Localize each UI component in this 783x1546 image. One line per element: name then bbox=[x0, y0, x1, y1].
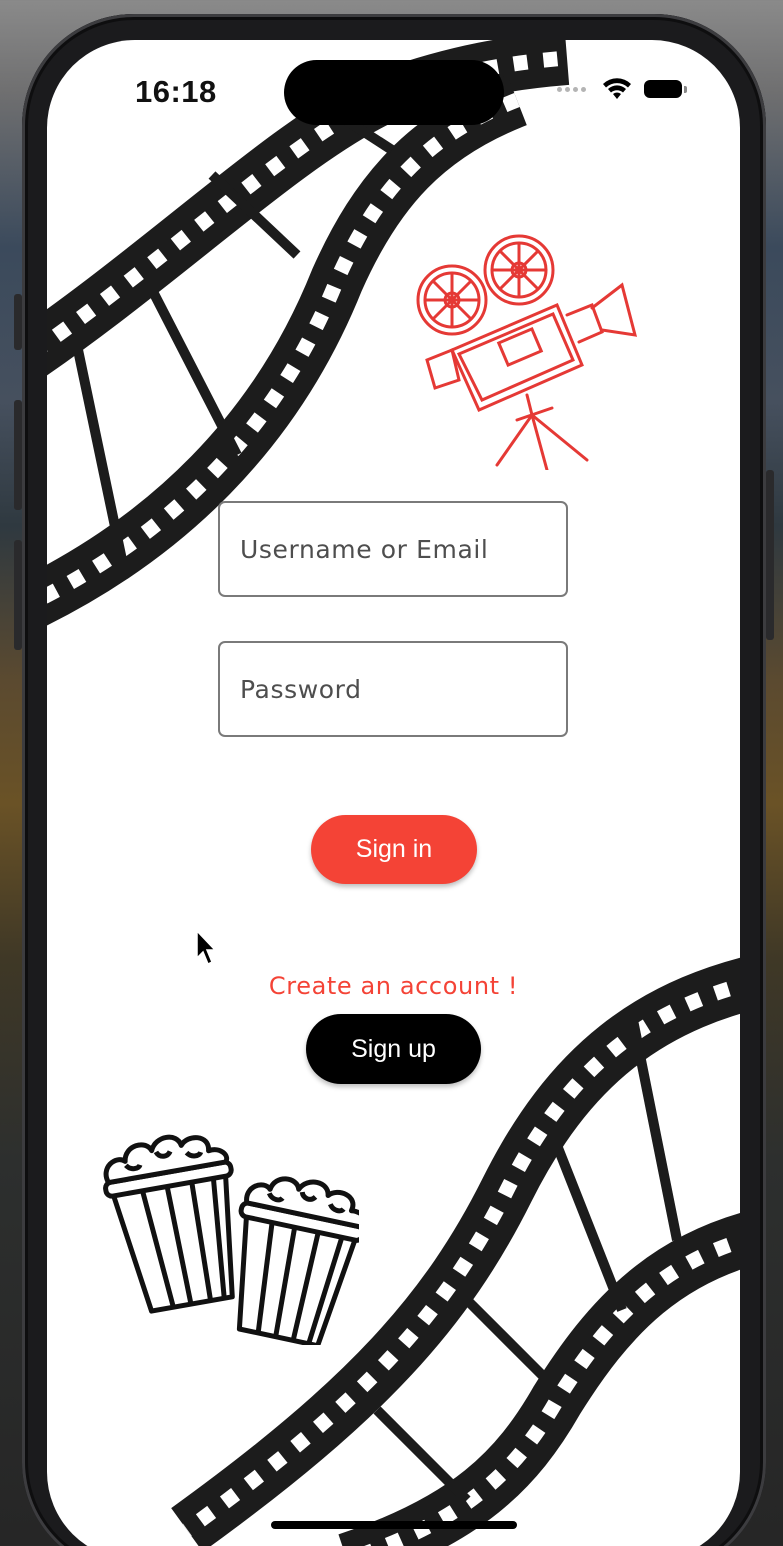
phone-side-button bbox=[14, 294, 22, 350]
movie-camera-icon bbox=[416, 234, 637, 470]
username-field[interactable] bbox=[218, 501, 568, 597]
phone-side-button bbox=[14, 540, 22, 650]
battery-icon bbox=[644, 80, 687, 98]
status-icons bbox=[557, 78, 687, 100]
status-time: 16:18 bbox=[135, 74, 217, 109]
phone-side-button bbox=[766, 470, 774, 640]
phone-side-button bbox=[14, 400, 22, 510]
app-screen: Sign in Create an account ! Sign up bbox=[47, 40, 740, 1546]
mouse-cursor-icon bbox=[196, 930, 217, 966]
wifi-icon bbox=[603, 78, 631, 99]
username-input[interactable] bbox=[220, 503, 566, 595]
sign-in-button[interactable]: Sign in bbox=[311, 815, 477, 884]
password-input[interactable] bbox=[220, 643, 566, 735]
film-strip-icon bbox=[171, 957, 740, 1546]
signal-dots-icon bbox=[557, 86, 586, 92]
password-field[interactable] bbox=[218, 641, 568, 737]
dynamic-island bbox=[284, 60, 504, 125]
home-indicator[interactable] bbox=[271, 1521, 517, 1529]
